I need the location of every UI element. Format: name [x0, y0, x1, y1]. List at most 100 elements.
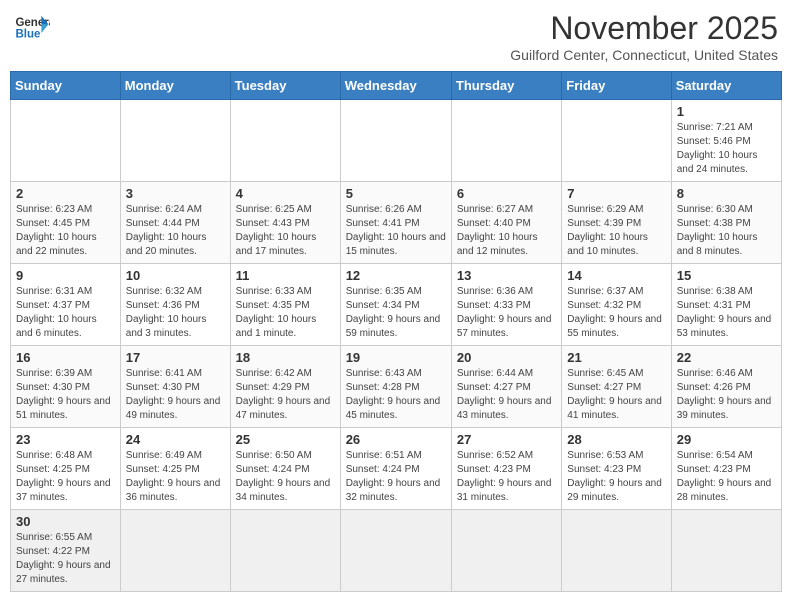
day-number: 19	[346, 350, 446, 365]
day-number: 14	[567, 268, 665, 283]
calendar-cell	[451, 510, 561, 592]
calendar-cell	[671, 510, 781, 592]
calendar-cell: 29 Sunrise: 6:54 AM Sunset: 4:23 PM Dayli…	[671, 428, 781, 510]
day-number: 18	[236, 350, 335, 365]
title-area: November 2025 Guilford Center, Connectic…	[510, 10, 778, 63]
day-info: Sunrise: 6:43 AM Sunset: 4:28 PM Dayligh…	[346, 367, 446, 423]
calendar-cell: 27Sunrise: 6:52 AM Sunset: 4:23 PM Dayli…	[451, 428, 561, 510]
column-header-tuesday: Tuesday	[230, 72, 340, 100]
day-number: 9	[16, 268, 115, 283]
calendar-cell	[11, 100, 121, 182]
day-number: 25	[236, 432, 335, 447]
day-info: Sunrise: 6:29 AM Sunset: 4:39 PM Dayligh…	[567, 203, 665, 259]
calendar-cell: 4 Sunrise: 6:25 AM Sunset: 4:43 PM Daylig…	[230, 182, 340, 264]
calendar-cell: 5Sunrise: 6:26 AM Sunset: 4:41 PM Daylig…	[340, 182, 451, 264]
calendar-week-5: 23Sunrise: 6:48 AM Sunset: 4:25 PM Dayli…	[11, 428, 782, 510]
calendar-cell: 8 Sunrise: 6:30 AM Sunset: 4:38 PM Daylig…	[671, 182, 781, 264]
day-number: 11	[236, 268, 335, 283]
column-header-friday: Friday	[562, 72, 671, 100]
calendar-cell	[562, 510, 671, 592]
column-header-sunday: Sunday	[11, 72, 121, 100]
calendar-cell: 28Sunrise: 6:53 AM Sunset: 4:23 PM Dayli…	[562, 428, 671, 510]
page-header: General Blue November 2025 Guilford Cent…	[10, 10, 782, 63]
day-info: Sunrise: 7:21 AM Sunset: 5:46 PM Dayligh…	[677, 121, 776, 177]
day-info: Sunrise: 6:39 AM Sunset: 4:30 PM Dayligh…	[16, 367, 115, 423]
day-number: 21	[567, 350, 665, 365]
day-number: 10	[126, 268, 225, 283]
calendar-cell: 30 Sunrise: 6:55 AM Sunset: 4:22 PM Dayli…	[11, 510, 121, 592]
day-info: Sunrise: 6:48 AM Sunset: 4:25 PM Dayligh…	[16, 449, 115, 505]
day-number: 12	[346, 268, 446, 283]
day-number: 20	[457, 350, 556, 365]
day-number: 29	[677, 432, 776, 447]
day-number: 24	[126, 432, 225, 447]
day-info: Sunrise: 6:42 AM Sunset: 4:29 PM Dayligh…	[236, 367, 335, 423]
calendar-cell: 18 Sunrise: 6:42 AM Sunset: 4:29 PM Dayli…	[230, 346, 340, 428]
calendar-cell: 13 Sunrise: 6:36 AM Sunset: 4:33 PM Dayli…	[451, 264, 561, 346]
calendar-cell	[451, 100, 561, 182]
logo-icon: General Blue	[14, 10, 50, 46]
day-info: Sunrise: 6:36 AM Sunset: 4:33 PM Dayligh…	[457, 285, 556, 341]
logo: General Blue	[14, 10, 50, 46]
month-title: November 2025	[510, 10, 778, 47]
calendar-cell: 20 Sunrise: 6:44 AM Sunset: 4:27 PM Dayli…	[451, 346, 561, 428]
calendar-cell	[120, 100, 230, 182]
calendar-cell: 9 Sunrise: 6:31 AM Sunset: 4:37 PM Daylig…	[11, 264, 121, 346]
calendar-header-row: SundayMondayTuesdayWednesdayThursdayFrid…	[11, 72, 782, 100]
day-info: Sunrise: 6:30 AM Sunset: 4:38 PM Dayligh…	[677, 203, 776, 259]
day-number: 7	[567, 186, 665, 201]
calendar-week-1: 1Sunrise: 7:21 AM Sunset: 5:46 PM Daylig…	[11, 100, 782, 182]
calendar-cell: 22Sunrise: 6:46 AM Sunset: 4:26 PM Dayli…	[671, 346, 781, 428]
day-info: Sunrise: 6:31 AM Sunset: 4:37 PM Dayligh…	[16, 285, 115, 341]
day-info: Sunrise: 6:51 AM Sunset: 4:24 PM Dayligh…	[346, 449, 446, 505]
calendar-cell	[120, 510, 230, 592]
day-info: Sunrise: 6:44 AM Sunset: 4:27 PM Dayligh…	[457, 367, 556, 423]
calendar-cell	[340, 510, 451, 592]
calendar-week-3: 9 Sunrise: 6:31 AM Sunset: 4:37 PM Daylig…	[11, 264, 782, 346]
day-info: Sunrise: 6:54 AM Sunset: 4:23 PM Dayligh…	[677, 449, 776, 505]
calendar-week-2: 2Sunrise: 6:23 AM Sunset: 4:45 PM Daylig…	[11, 182, 782, 264]
calendar-cell: 6 Sunrise: 6:27 AM Sunset: 4:40 PM Daylig…	[451, 182, 561, 264]
day-info: Sunrise: 6:55 AM Sunset: 4:22 PM Dayligh…	[16, 531, 115, 587]
calendar-cell: 12Sunrise: 6:35 AM Sunset: 4:34 PM Dayli…	[340, 264, 451, 346]
day-number: 2	[16, 186, 115, 201]
day-info: Sunrise: 6:53 AM Sunset: 4:23 PM Dayligh…	[567, 449, 665, 505]
calendar-cell	[230, 100, 340, 182]
calendar-cell: 2Sunrise: 6:23 AM Sunset: 4:45 PM Daylig…	[11, 182, 121, 264]
calendar-cell: 26Sunrise: 6:51 AM Sunset: 4:24 PM Dayli…	[340, 428, 451, 510]
day-number: 3	[126, 186, 225, 201]
day-info: Sunrise: 6:25 AM Sunset: 4:43 PM Dayligh…	[236, 203, 335, 259]
calendar-cell: 23Sunrise: 6:48 AM Sunset: 4:25 PM Dayli…	[11, 428, 121, 510]
day-info: Sunrise: 6:32 AM Sunset: 4:36 PM Dayligh…	[126, 285, 225, 341]
calendar-cell: 24 Sunrise: 6:49 AM Sunset: 4:25 PM Dayli…	[120, 428, 230, 510]
calendar-cell: 11 Sunrise: 6:33 AM Sunset: 4:35 PM Dayli…	[230, 264, 340, 346]
day-number: 30	[16, 514, 115, 529]
calendar-cell: 19 Sunrise: 6:43 AM Sunset: 4:28 PM Dayli…	[340, 346, 451, 428]
day-info: Sunrise: 6:33 AM Sunset: 4:35 PM Dayligh…	[236, 285, 335, 341]
calendar-cell: 1Sunrise: 7:21 AM Sunset: 5:46 PM Daylig…	[671, 100, 781, 182]
calendar-cell	[562, 100, 671, 182]
day-number: 17	[126, 350, 225, 365]
day-number: 8	[677, 186, 776, 201]
day-number: 6	[457, 186, 556, 201]
day-number: 27	[457, 432, 556, 447]
calendar-cell: 21Sunrise: 6:45 AM Sunset: 4:27 PM Dayli…	[562, 346, 671, 428]
day-info: Sunrise: 6:49 AM Sunset: 4:25 PM Dayligh…	[126, 449, 225, 505]
day-number: 4	[236, 186, 335, 201]
day-info: Sunrise: 6:37 AM Sunset: 4:32 PM Dayligh…	[567, 285, 665, 341]
day-number: 15	[677, 268, 776, 283]
column-header-saturday: Saturday	[671, 72, 781, 100]
calendar-cell: 16Sunrise: 6:39 AM Sunset: 4:30 PM Dayli…	[11, 346, 121, 428]
column-header-monday: Monday	[120, 72, 230, 100]
calendar-cell: 3Sunrise: 6:24 AM Sunset: 4:44 PM Daylig…	[120, 182, 230, 264]
calendar-cell: 17Sunrise: 6:41 AM Sunset: 4:30 PM Dayli…	[120, 346, 230, 428]
calendar-week-4: 16Sunrise: 6:39 AM Sunset: 4:30 PM Dayli…	[11, 346, 782, 428]
calendar-cell: 14 Sunrise: 6:37 AM Sunset: 4:32 PM Dayli…	[562, 264, 671, 346]
calendar-cell: 25Sunrise: 6:50 AM Sunset: 4:24 PM Dayli…	[230, 428, 340, 510]
day-number: 5	[346, 186, 446, 201]
column-header-wednesday: Wednesday	[340, 72, 451, 100]
calendar-cell: 15Sunrise: 6:38 AM Sunset: 4:31 PM Dayli…	[671, 264, 781, 346]
day-number: 13	[457, 268, 556, 283]
day-number: 22	[677, 350, 776, 365]
day-info: Sunrise: 6:27 AM Sunset: 4:40 PM Dayligh…	[457, 203, 556, 259]
